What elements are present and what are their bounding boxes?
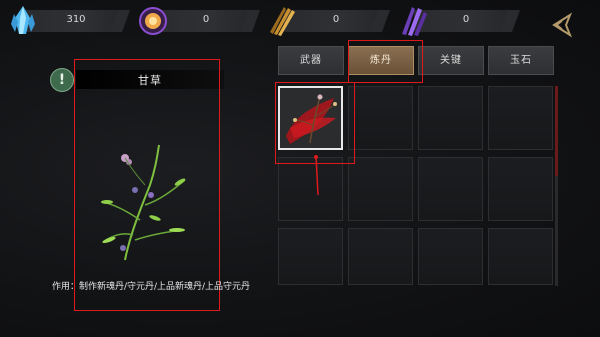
purple-crystal-icon bbox=[402, 7, 427, 36]
gold-feathers-icon bbox=[270, 7, 295, 36]
inventory-slot[interactable] bbox=[348, 228, 413, 285]
resource-value: 0 bbox=[462, 14, 470, 25]
inventory-slot[interactable] bbox=[348, 86, 413, 150]
resource-value: 310 bbox=[66, 14, 86, 25]
pointer-line-icon bbox=[314, 155, 319, 195]
inventory-slot[interactable] bbox=[348, 157, 413, 221]
tab-highlight-box bbox=[348, 40, 423, 83]
tab-jade[interactable]: 玉石 bbox=[488, 46, 554, 75]
item-highlight-box bbox=[275, 82, 355, 164]
inventory-slot[interactable] bbox=[488, 228, 553, 285]
inventory-slot[interactable] bbox=[488, 157, 553, 221]
inventory-slot[interactable] bbox=[278, 228, 343, 285]
licorice-plant-illustration bbox=[101, 144, 186, 261]
inventory-slot[interactable] bbox=[418, 86, 483, 150]
tab-weapons[interactable]: 武器 bbox=[278, 46, 344, 75]
info-badge-icon: ! bbox=[50, 68, 74, 92]
blue-crystal-icon bbox=[11, 6, 35, 34]
back-arrow-icon[interactable] bbox=[548, 10, 578, 40]
orb-icon bbox=[139, 7, 167, 35]
tab-key-items[interactable]: 关键 bbox=[418, 46, 484, 75]
inventory-slot[interactable] bbox=[488, 86, 553, 150]
inventory-slot[interactable] bbox=[278, 157, 343, 221]
inventory-slot[interactable] bbox=[418, 157, 483, 221]
inventory-slot[interactable] bbox=[418, 228, 483, 285]
resource-value: 0 bbox=[202, 14, 210, 25]
resource-value: 0 bbox=[332, 14, 340, 25]
scrollbar-thumb[interactable] bbox=[555, 86, 558, 176]
item-description: 作用：制作新魂丹/守元丹/上品新魂丹/上品守元丹 bbox=[51, 282, 251, 292]
